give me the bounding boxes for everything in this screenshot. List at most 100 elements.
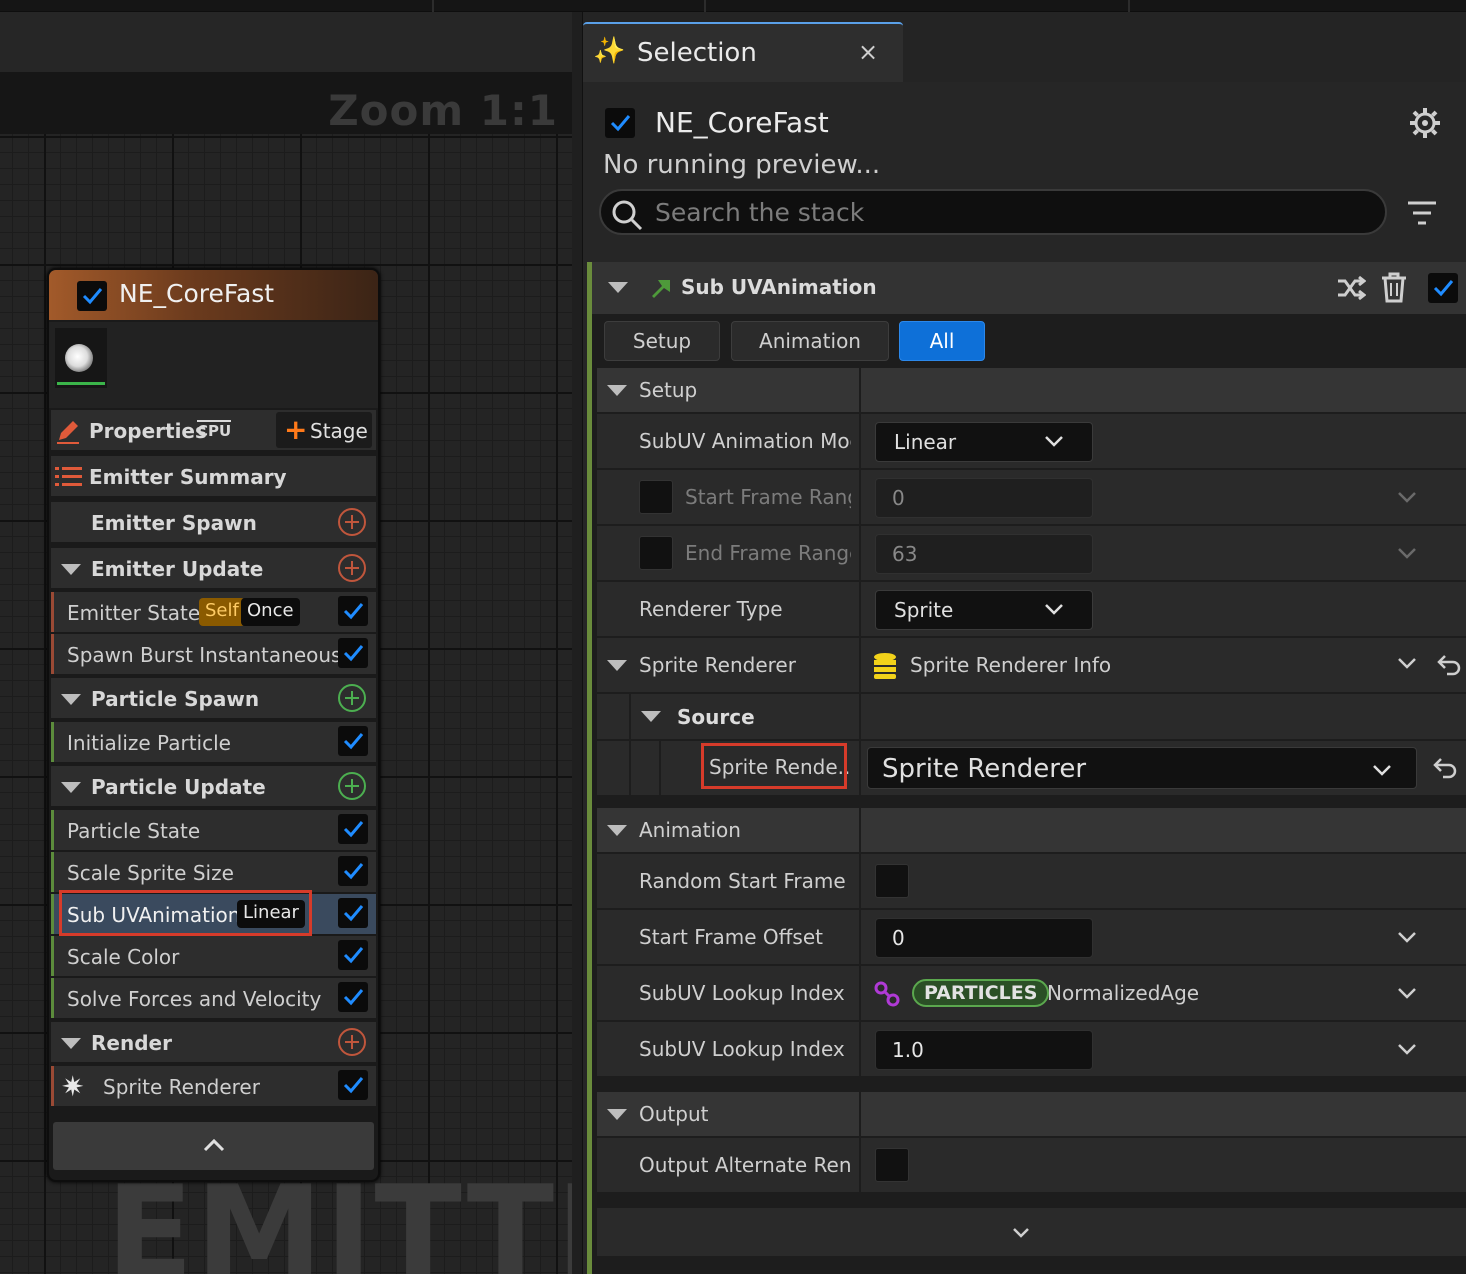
output-alternate-checkbox[interactable] xyxy=(875,1148,909,1182)
chevron-down-icon[interactable] xyxy=(1397,656,1417,670)
collapse-triangle-icon[interactable] xyxy=(61,1038,81,1049)
module-solve-forces[interactable]: Solve Forces and Velocity xyxy=(51,978,376,1018)
search-input[interactable] xyxy=(655,195,1355,229)
module-emitter-state[interactable]: Emitter State Self Once xyxy=(51,592,376,632)
renderer-type-dropdown[interactable]: Sprite xyxy=(875,590,1093,630)
database-icon xyxy=(874,653,896,679)
check-icon xyxy=(343,863,364,880)
collapse-triangle-icon[interactable] xyxy=(607,385,627,396)
collapse-triangle-icon[interactable] xyxy=(61,564,81,575)
add-module-icon[interactable] xyxy=(338,508,366,536)
start-frame-range-checkbox[interactable] xyxy=(639,480,673,514)
filter-icon[interactable] xyxy=(1407,200,1437,226)
close-tab-icon[interactable]: × xyxy=(858,38,878,66)
emitter-enable-checkbox[interactable] xyxy=(77,281,107,311)
selection-panel: ✨ Selection × NE_CoreFast No running pre… xyxy=(582,12,1466,1274)
once-badge: Once xyxy=(241,598,300,626)
collapse-triangle-icon[interactable] xyxy=(607,1109,627,1120)
highlight-box xyxy=(59,890,312,936)
check-icon xyxy=(343,905,364,922)
render-group[interactable]: Render xyxy=(51,1022,376,1062)
expand-chevron-icon[interactable] xyxy=(1397,930,1417,944)
selection-tab[interactable]: ✨ Selection × xyxy=(583,22,903,82)
module-enable-checkbox[interactable] xyxy=(338,814,368,844)
add-module-icon[interactable] xyxy=(338,684,366,712)
module-enable-checkbox[interactable] xyxy=(338,638,368,668)
row-end-frame-range: End Frame Range 63 xyxy=(597,526,1466,581)
source-sprite-renderer-dropdown[interactable]: Sprite Renderer xyxy=(867,747,1417,789)
row-random-start-frame: Random Start Frame xyxy=(597,854,1466,909)
module-scale-sprite-size[interactable]: Scale Sprite Size xyxy=(51,852,376,892)
collapse-triangle-icon[interactable] xyxy=(607,660,627,671)
end-frame-range-field[interactable]: 63 xyxy=(875,534,1093,574)
emitter-node[interactable]: NE_CoreFast Properties CPU + Stage Emitt… xyxy=(47,268,380,1182)
add-module-icon[interactable] xyxy=(338,554,366,582)
random-start-frame-checkbox[interactable] xyxy=(875,864,909,898)
module-spawn-burst[interactable]: Spawn Burst Instantaneous xyxy=(51,634,376,674)
collapse-node-button[interactable] xyxy=(53,1122,374,1170)
collapse-triangle-icon[interactable] xyxy=(61,782,81,793)
category-output[interactable]: Output xyxy=(597,1092,1466,1137)
stack-search[interactable] xyxy=(599,189,1387,235)
module-header-sub-uv[interactable]: Sub UVAnimation xyxy=(592,262,1466,314)
reset-arrow-icon[interactable] xyxy=(1437,654,1461,676)
module-scale-color[interactable]: Scale Color xyxy=(51,936,376,976)
category-setup[interactable]: Setup xyxy=(597,368,1466,413)
subuv-mode-dropdown[interactable]: Linear xyxy=(875,422,1093,462)
collapse-triangle-icon[interactable] xyxy=(61,694,81,705)
emitter-summary-row[interactable]: Emitter Summary xyxy=(51,456,376,496)
end-frame-range-checkbox[interactable] xyxy=(639,536,673,570)
reset-arrow-icon[interactable] xyxy=(1433,757,1457,779)
module-enable-checkbox[interactable] xyxy=(338,726,368,756)
emitter-node-title: NE_CoreFast xyxy=(119,279,275,308)
module-enable-checkbox[interactable] xyxy=(338,982,368,1012)
start-frame-offset-field[interactable]: 0 xyxy=(875,918,1093,958)
shuffle-icon[interactable] xyxy=(1336,274,1366,302)
module-enable-checkbox[interactable] xyxy=(338,898,368,928)
row-source: Source xyxy=(597,694,1466,740)
renderer-enable-checkbox[interactable] xyxy=(338,1070,368,1100)
module-enable-checkbox[interactable] xyxy=(1428,273,1458,303)
particle-update-group[interactable]: Particle Update xyxy=(51,766,376,806)
emitter-node-header[interactable]: NE_CoreFast xyxy=(49,270,378,320)
row-output-alternate-renderer: Output Alternate Rend xyxy=(597,1138,1466,1193)
gear-icon[interactable] xyxy=(1408,106,1442,140)
category-animation[interactable]: Animation xyxy=(597,808,1466,853)
chevron-up-icon xyxy=(203,1138,225,1152)
lookup-index-scale-field[interactable]: 1.0 xyxy=(875,1030,1093,1070)
add-stage-button[interactable]: + Stage xyxy=(276,412,372,448)
emitter-update-group[interactable]: Emitter Update xyxy=(51,548,376,588)
collapse-triangle-icon[interactable] xyxy=(641,711,661,722)
emitter-enable-checkbox[interactable] xyxy=(605,108,635,138)
add-module-icon[interactable] xyxy=(338,772,366,800)
module-stack: Sub UVAnimation Setup Animation All Setu… xyxy=(587,262,1466,1274)
module-footer[interactable] xyxy=(597,1208,1466,1256)
row-subuv-animation-mode: SubUV Animation Moc Linear xyxy=(597,414,1466,469)
tab-setup[interactable]: Setup xyxy=(604,321,720,361)
row-subuv-lookup-index: SubUV Lookup Index PARTICLES NormalizedA… xyxy=(597,966,1466,1021)
emitter-properties-row[interactable]: Properties CPU + Stage xyxy=(51,410,376,450)
check-icon xyxy=(343,603,364,620)
tab-all[interactable]: All xyxy=(899,321,985,361)
module-particle-state[interactable]: Particle State xyxy=(51,810,376,850)
expand-chevron-icon[interactable] xyxy=(1397,546,1417,560)
module-enable-checkbox[interactable] xyxy=(338,940,368,970)
module-enable-checkbox[interactable] xyxy=(338,596,368,626)
expand-chevron-icon[interactable] xyxy=(1397,490,1417,504)
chevron-down-icon xyxy=(1013,1228,1029,1238)
module-enable-checkbox[interactable] xyxy=(338,856,368,886)
particle-spawn-group[interactable]: Particle Spawn xyxy=(51,678,376,718)
collapse-triangle-icon[interactable] xyxy=(608,282,628,293)
tab-animation[interactable]: Animation xyxy=(731,321,889,361)
add-renderer-icon[interactable] xyxy=(338,1028,366,1056)
renderer-sprite-renderer[interactable]: ✷ Sprite Renderer xyxy=(51,1066,376,1106)
emitter-thumbnail[interactable] xyxy=(55,328,107,388)
trash-icon[interactable] xyxy=(1380,271,1408,303)
expand-chevron-icon[interactable] xyxy=(1397,986,1417,1000)
expand-chevron-icon[interactable] xyxy=(1397,1042,1417,1056)
start-frame-range-field[interactable]: 0 xyxy=(875,478,1093,518)
module-initialize-particle[interactable]: Initialize Particle xyxy=(51,722,376,762)
check-icon xyxy=(610,115,631,132)
emitter-spawn-group[interactable]: Emitter Spawn xyxy=(51,502,376,542)
collapse-triangle-icon[interactable] xyxy=(607,825,627,836)
